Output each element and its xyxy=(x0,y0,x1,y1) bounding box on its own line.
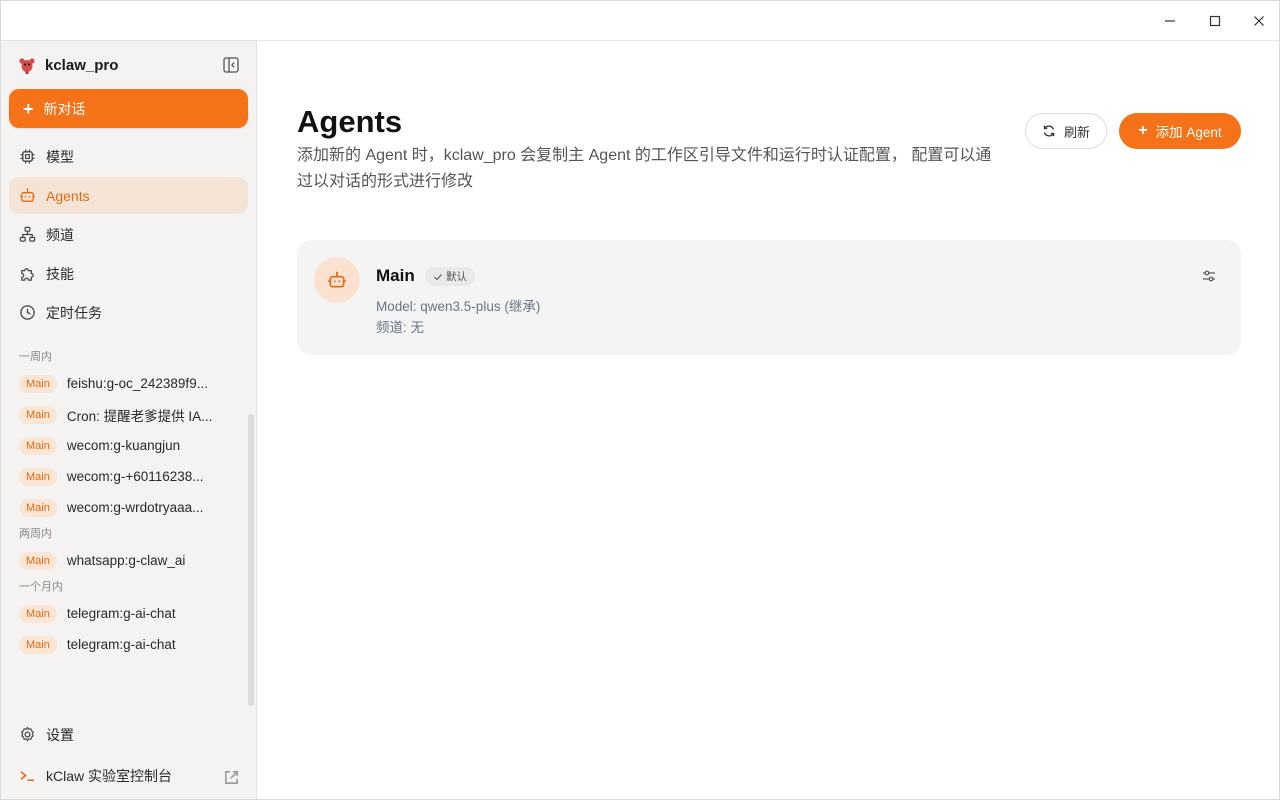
agent-tag: Main xyxy=(19,436,57,455)
sidebar-item-agents[interactable]: Agents xyxy=(9,177,248,214)
sidebar-collapse-icon[interactable] xyxy=(222,56,240,74)
plus-icon: + xyxy=(1138,122,1148,139)
sidebar-nav: 模型 Agents 频道 技能 定时任务 xyxy=(9,138,248,333)
history-group-label: 两周内 xyxy=(19,528,52,540)
agent-avatar xyxy=(314,257,360,303)
history-item-title: telegram:g-ai-chat xyxy=(66,637,176,652)
console-label: kClaw 实验室控制台 xyxy=(46,767,173,784)
sidebar: kclaw_pro + 新对话 模型 Agents 频道 技能 定时任务 一周内… xyxy=(1,41,257,799)
maximize-icon[interactable] xyxy=(1193,1,1237,41)
agent-tag: Main xyxy=(19,498,57,517)
app-window: kclaw_pro + 新对话 模型 Agents 频道 技能 定时任务 一周内… xyxy=(0,0,1280,800)
sidebar-item-channels[interactable]: 频道 xyxy=(9,216,248,253)
sidebar-item-models[interactable]: 模型 xyxy=(9,138,248,175)
agent-tag: Main xyxy=(19,604,57,623)
sidebar-item-label: 模型 xyxy=(46,148,74,165)
new-chat-button[interactable]: + 新对话 xyxy=(9,89,248,128)
agent-tag: Main xyxy=(19,635,57,654)
external-link-icon xyxy=(225,771,238,784)
robot-icon xyxy=(19,188,36,202)
history-item[interactable]: Main feishu:g-oc_242389f9... xyxy=(1,368,257,399)
new-chat-label: 新对话 xyxy=(43,100,86,117)
history-item-title: Cron: 提醒老爹提供 IA... xyxy=(66,408,213,424)
history-item-title: wecom:g-kuangjun xyxy=(66,438,181,453)
sidebar-scrollbar[interactable] xyxy=(248,414,254,706)
sidebar-bottom-nav: 设置 kClaw 实验室控制台 xyxy=(9,716,248,798)
sidebar-item-label: 技能 xyxy=(46,265,74,282)
sidebar-item-label: 频道 xyxy=(46,226,74,243)
agent-card[interactable]: Main 默认 Model: qwen3.5-plus (继承) 频道: 无 xyxy=(297,240,1241,355)
puzzle-icon xyxy=(21,268,34,281)
check-icon xyxy=(434,273,442,280)
sidebar-item-scheduled-tasks[interactable]: 定时任务 xyxy=(9,294,248,331)
history-item[interactable]: Main wecom:g-kuangjun xyxy=(1,430,257,461)
history-item-title: telegram:g-ai-chat xyxy=(66,606,176,621)
brand: kclaw_pro xyxy=(17,53,118,77)
default-badge-label: 默认 xyxy=(446,271,467,283)
chat-history: 一周内 Main feishu:g-oc_242389f9... Main Cr… xyxy=(1,346,257,708)
terminal-icon xyxy=(20,771,35,781)
history-item-title: feishu:g-oc_242389f9... xyxy=(66,376,208,391)
agent-tag: Main xyxy=(19,374,57,393)
default-badge: 默认 xyxy=(425,267,475,286)
settings-label: 设置 xyxy=(46,726,74,743)
history-group-label: 一周内 xyxy=(19,351,52,363)
agent-model: Model: qwen3.5-plus (继承) xyxy=(376,299,541,314)
add-agent-button[interactable]: + 添加 Agent xyxy=(1119,113,1241,149)
agent-tag: Main xyxy=(19,467,57,486)
chip-icon xyxy=(20,149,35,164)
gear-icon xyxy=(21,726,34,742)
clock-icon xyxy=(20,305,35,320)
settings-sliders-icon[interactable] xyxy=(1201,268,1217,284)
page-title: Agents xyxy=(297,104,403,139)
history-item[interactable]: Main wecom:g-+60116238... xyxy=(1,461,257,492)
network-icon xyxy=(19,226,36,242)
minimize-icon[interactable] xyxy=(1148,1,1192,41)
sidebar-item-label: Agents xyxy=(46,187,90,204)
add-agent-label: 添加 Agent xyxy=(1155,125,1222,140)
main-content: Agents 添加新的 Agent 时，kclaw_pro 会复制主 Agent… xyxy=(257,41,1279,799)
page-description: 添加新的 Agent 时，kclaw_pro 会复制主 Agent 的工作区引导… xyxy=(297,147,992,190)
history-item-title: wecom:g-+60116238... xyxy=(66,469,204,484)
robot-icon xyxy=(328,271,346,288)
agent-tag: Main xyxy=(19,551,57,570)
history-item-title: whatsapp:g-claw_ai xyxy=(66,553,186,568)
history-item-title: wecom:g-wrdotryaaa... xyxy=(66,500,204,515)
sidebar-item-skills[interactable]: 技能 xyxy=(9,255,248,292)
refresh-icon xyxy=(1043,125,1055,137)
plus-icon: + xyxy=(23,98,34,119)
settings-button[interactable]: 设置 xyxy=(9,716,248,753)
sidebar-item-label: 定时任务 xyxy=(46,304,102,321)
history-item[interactable]: Main Cron: 提醒老爹提供 IA... xyxy=(1,399,257,430)
refresh-label: 刷新 xyxy=(1063,124,1090,140)
agent-tag: Main xyxy=(19,405,57,424)
history-item[interactable]: Main whatsapp:g-claw_ai xyxy=(1,545,257,576)
title-bar xyxy=(1,1,1279,41)
brand-name: kclaw_pro xyxy=(45,56,119,74)
refresh-button[interactable]: 刷新 xyxy=(1025,113,1107,149)
console-link[interactable]: kClaw 实验室控制台 xyxy=(9,757,248,794)
history-item[interactable]: Main wecom:g-wrdotryaaa... xyxy=(1,492,257,523)
lobster-logo-icon xyxy=(19,58,35,74)
history-item[interactable]: Main telegram:g-ai-chat xyxy=(1,598,257,629)
close-icon[interactable] xyxy=(1237,1,1279,41)
agent-name: Main xyxy=(376,266,415,285)
history-group-label: 一个月内 xyxy=(19,581,63,593)
history-item[interactable]: Main telegram:g-ai-chat xyxy=(1,629,257,660)
agent-channel: 频道: 无 xyxy=(376,320,425,335)
